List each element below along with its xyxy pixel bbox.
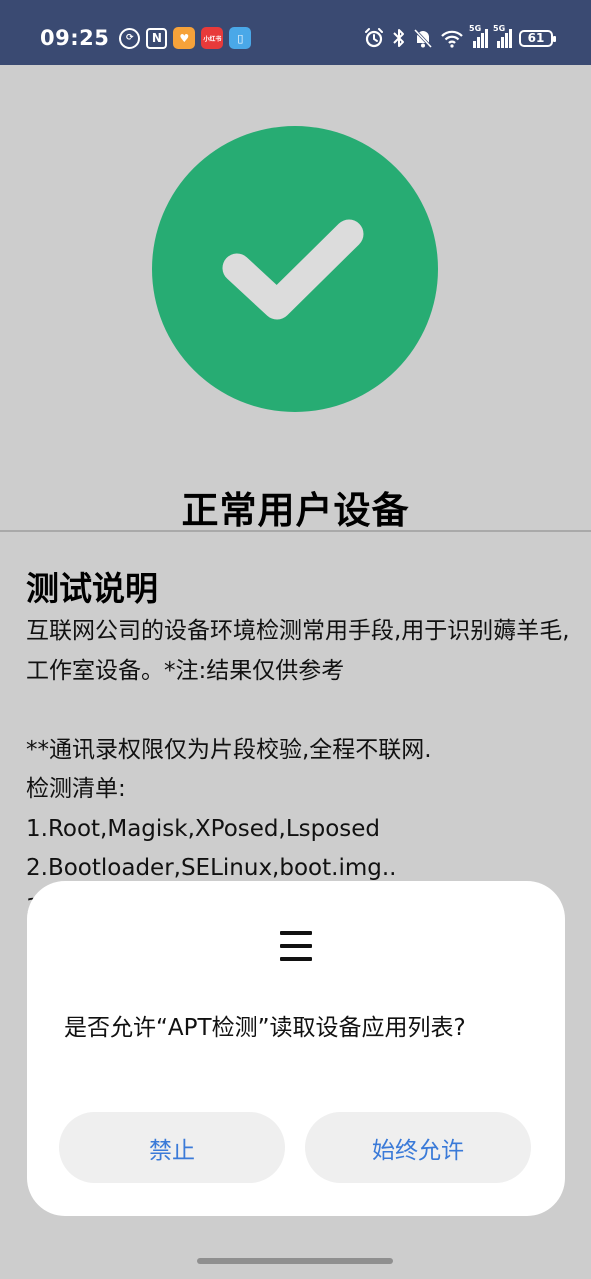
divider: [0, 530, 591, 532]
cellular-signal-2-icon: 5G: [493, 24, 512, 48]
status-left-group: 09:25 ⟳ N ♥ 小红书 ▯: [40, 22, 252, 54]
mute-bell-icon: [413, 27, 433, 49]
success-check-icon: [152, 126, 438, 412]
section-title: 测试说明: [26, 569, 158, 608]
nfc-icon: N: [146, 27, 168, 49]
app-notification-red-icon: 小红书: [201, 27, 224, 49]
list-icon: [280, 929, 312, 963]
always-allow-button[interactable]: 始终允许: [305, 1112, 531, 1183]
data-saver-icon: ⟳: [119, 27, 141, 49]
app-notification-book-icon: ▯: [229, 27, 252, 49]
permission-dialog: 是否允许“APT检测”读取设备应用列表? 禁止 始终允许: [27, 881, 565, 1216]
cellular-signal-1-icon: 5G: [469, 24, 488, 48]
wifi-icon: [440, 27, 464, 49]
result-title: 正常用户设备: [181, 489, 410, 532]
status-time: 09:25: [40, 26, 110, 50]
battery-icon: 61: [519, 29, 556, 47]
status-right-group: 5G 5G 61: [363, 24, 556, 52]
bluetooth-icon: [392, 27, 406, 49]
app-notification-orange-icon: ♥: [173, 27, 196, 49]
home-indicator[interactable]: [197, 1258, 393, 1264]
dialog-message: 是否允许“APT检测”读取设备应用列表?: [64, 1015, 466, 1041]
status-bar: 09:25 ⟳ N ♥ 小红书 ▯ 5G 5G 61: [0, 0, 591, 65]
deny-button[interactable]: 禁止: [59, 1112, 285, 1183]
alarm-icon: [363, 27, 385, 49]
